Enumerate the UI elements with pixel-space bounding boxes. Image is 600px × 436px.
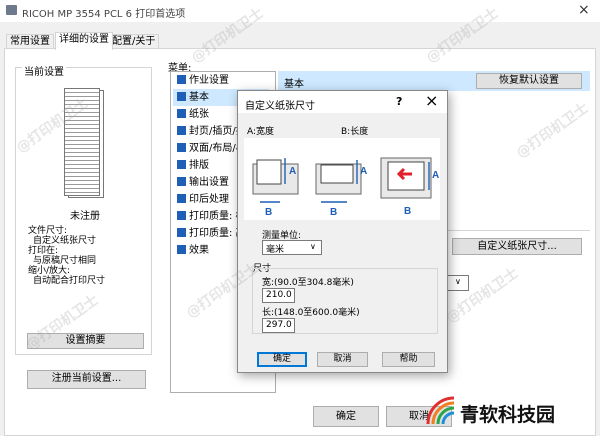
register-settings-button[interactable]: 注册当前设置... [27, 370, 146, 389]
settings-summary-button[interactable]: 设置摘要 [27, 333, 144, 349]
tab-config-about[interactable]: 配置/关于 [108, 34, 160, 49]
tab-detailed-settings[interactable]: 详细的设置 [55, 32, 113, 50]
unit-select-value: 毫米 [266, 245, 285, 255]
quality-standard-icon [177, 211, 186, 220]
ok-button[interactable]: 确定 [313, 406, 379, 427]
width-input[interactable]: 210.0 [262, 288, 295, 303]
svg-text:B: B [330, 207, 337, 218]
dialog-ok-button[interactable]: 确定 [257, 352, 307, 367]
chevron-down-icon: ∨ [455, 277, 461, 286]
window-title: RICOH MP 3554 PCL 6 打印首选项 [22, 9, 186, 20]
duplex-icon [177, 143, 186, 152]
custom-paper-size-button[interactable]: 自定义纸张尺寸... [452, 238, 582, 255]
registration-status: 未注册 [70, 211, 100, 222]
svg-text:B: B [265, 207, 272, 218]
chevron-down-icon: ∨ [310, 242, 316, 251]
dialog-help-text-button[interactable]: 帮助 [382, 352, 435, 367]
paper-preview-image [62, 86, 104, 198]
svg-text:B: B [404, 206, 411, 217]
dialog-help-button[interactable]: ? [396, 95, 402, 108]
dialog-close-button[interactable]: × [425, 91, 438, 110]
right-header-title: 基本 [284, 79, 304, 90]
dialog-cancel-button[interactable]: 取消 [317, 352, 368, 367]
svg-text:A: A [432, 170, 439, 181]
settings-info: 文件尺寸: 自定义纸张尺寸 打印在: 与原稿尺寸相同 缩小/放大: 自动配合打印… [28, 226, 106, 286]
paper-orientation-diagram: A B A B A B [244, 138, 440, 220]
width-range-label: 宽:(90.0至304.8毫米) [262, 278, 354, 288]
restore-defaults-button[interactable]: 恢复默认设置 [476, 73, 582, 89]
dialog-title: 自定义纸张尺寸 [245, 101, 315, 112]
title-bar: RICOH MP 3554 PCL 6 打印首选项 × [0, 0, 600, 22]
paper-icon [177, 109, 186, 118]
right-select[interactable]: ∨ [445, 275, 469, 291]
dialog-title-bar: 自定义纸张尺寸 ? × [238, 91, 447, 113]
svg-text:A: A [360, 166, 367, 177]
wifi-logo-icon [426, 396, 455, 425]
tab-common-settings[interactable]: 常用设置 [6, 34, 54, 49]
layout-icon [177, 160, 186, 169]
effects-icon [177, 245, 186, 254]
length-range-label: 长:(148.0至600.0毫米) [262, 308, 360, 318]
menu-item-job-settings[interactable]: 作业设置 [173, 72, 269, 89]
basic-icon [177, 92, 186, 101]
job-settings-icon [177, 75, 186, 84]
width-a-label: A:宽度 [247, 127, 275, 137]
length-b-label: B:长度 [341, 127, 369, 137]
unit-select[interactable]: 毫米 ∨ [262, 240, 322, 255]
printer-icon [6, 5, 17, 15]
brand-name: 青软科技园 [460, 404, 556, 426]
custom-size-dialog: 自定义纸张尺寸 ? × A:宽度 B:长度 A B A B A B 测量单位: … [237, 90, 448, 373]
brand-logo: 青软科技园 [420, 392, 595, 432]
length-input[interactable]: 297.0 [262, 318, 295, 333]
quality-high-icon [177, 228, 186, 237]
svg-text:A: A [289, 166, 296, 177]
current-settings-title: 当前设置 [22, 63, 66, 78]
window-close-button[interactable]: × [578, 2, 590, 18]
cover-icon [177, 126, 186, 135]
output-icon [177, 177, 186, 186]
finishing-icon [177, 194, 186, 203]
